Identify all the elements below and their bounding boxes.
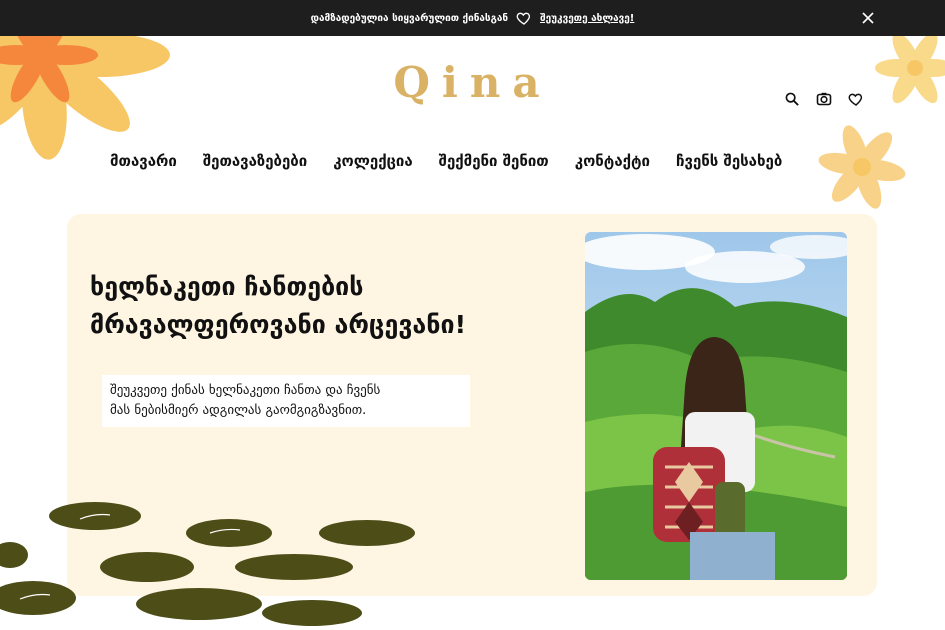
header-icons (783, 90, 865, 108)
nav-item-collection[interactable]: კოლექცია (333, 152, 412, 170)
close-icon[interactable] (859, 9, 877, 27)
hero-photo (585, 232, 847, 580)
announcement-message: დამზადებულია სიყვარულით ქინასგან (310, 12, 509, 24)
order-now-link[interactable]: შეუკვეთე ახლავე! (540, 13, 634, 24)
nav-item-contact[interactable]: კონტაქტი (575, 152, 650, 170)
main-nav: მთავარი შეთავაზებები კოლექცია შექმენი შე… (110, 152, 782, 170)
search-icon[interactable] (783, 90, 801, 108)
hero-title-line: მრავალფეროვანი არცევანი! (90, 310, 466, 339)
hero-title-line: ხელნაკეთი ჩანთების (90, 272, 364, 301)
hero-description-line: მას ნებისმიერ ადგილას გაომგიგზავნით. (110, 403, 367, 418)
hero-description-line: შეუკვეთე ქინას ხელნაკეთი ჩანთა და ჩვენს (110, 383, 381, 398)
heart-icon[interactable] (847, 90, 865, 108)
nav-item-home[interactable]: მთავარი (110, 152, 177, 170)
hero-title: ხელნაკეთი ჩანთების მრავალფეროვანი არცევა… (90, 268, 570, 344)
heart-icon (516, 10, 532, 26)
nav-item-create-your-own[interactable]: შექმენი შენით (439, 152, 549, 170)
nav-item-offers[interactable]: შეთავაზებები (203, 152, 307, 170)
camera-icon[interactable] (815, 90, 833, 108)
flower-decoration-right-middle (818, 125, 906, 209)
announcement-bar: დამზადებულია სიყვარულით ქინასგან შეუკვეთ… (0, 0, 945, 36)
nav-item-about-us[interactable]: ჩვენს შესახებ (676, 152, 782, 170)
stones-decoration (0, 502, 415, 626)
hero-description: შეუკვეთე ქინას ხელნაკეთი ჩანთა და ჩვენს … (102, 375, 470, 427)
